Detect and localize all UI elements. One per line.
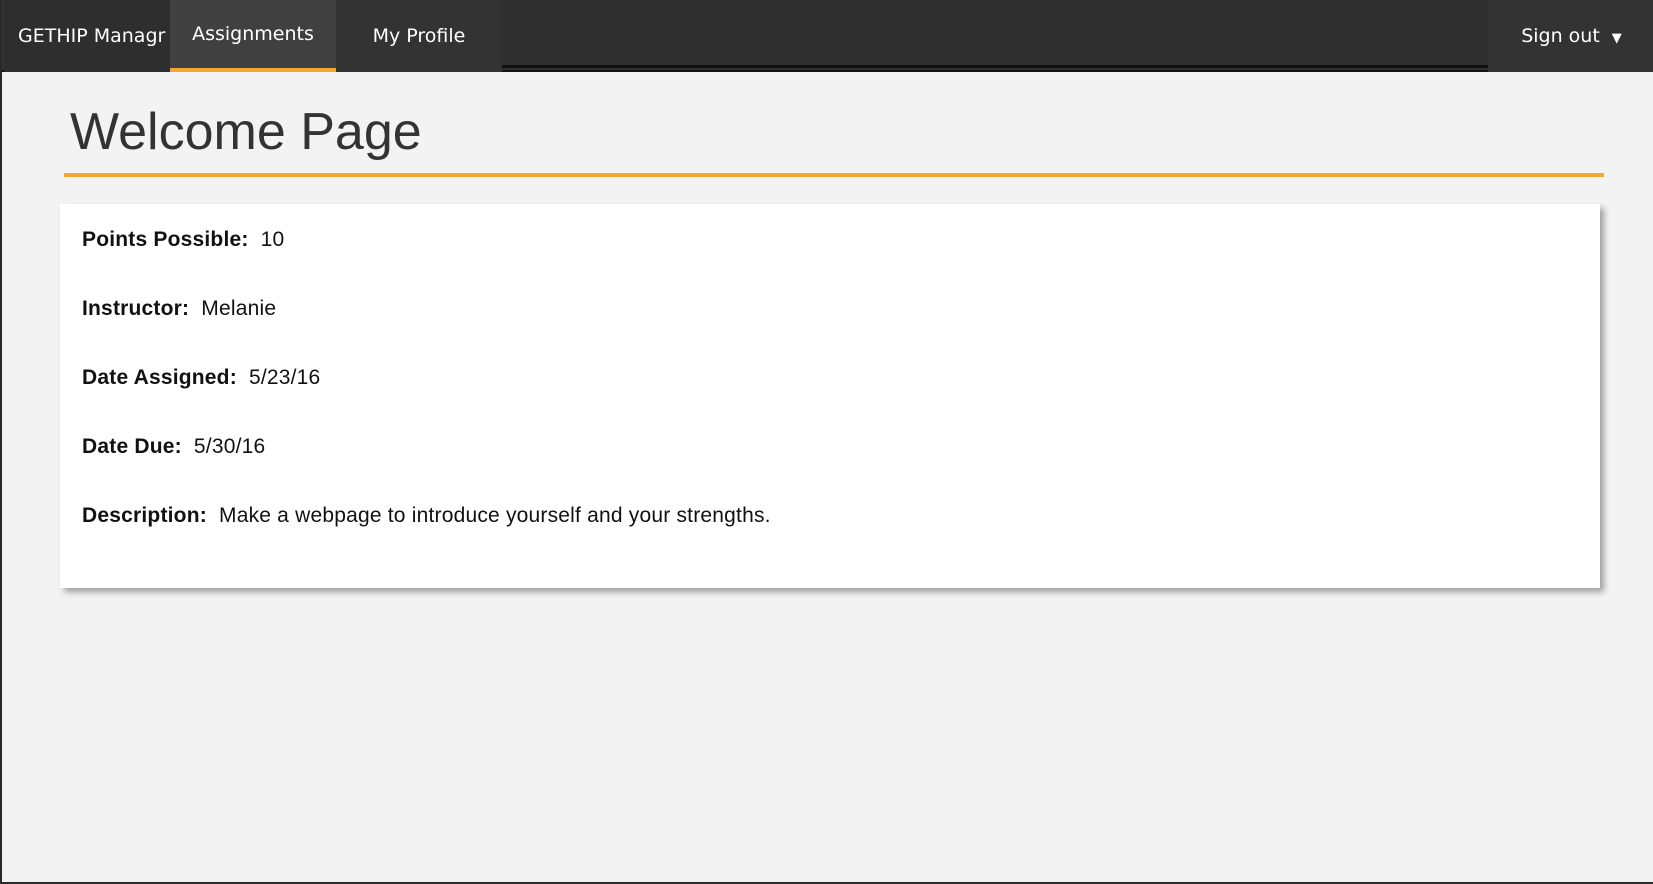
date-assigned-row: Date Assigned: 5/23/16 bbox=[82, 366, 1578, 390]
assignment-details-card: Points Possible: 10 Instructor: Melanie … bbox=[60, 204, 1600, 588]
tab-assignments[interactable]: Assignments bbox=[170, 0, 336, 72]
date-due-row: Date Due: 5/30/16 bbox=[82, 435, 1578, 459]
sign-out-label: Sign out bbox=[1521, 25, 1600, 47]
top-navbar: GETHIP Managr Assignments My Profile Sig… bbox=[2, 0, 1653, 72]
page-title: Welcome Page bbox=[70, 103, 422, 161]
description-label: Description: bbox=[82, 504, 213, 527]
brand-link[interactable]: GETHIP Managr bbox=[4, 0, 170, 72]
navbar-spacer bbox=[502, 0, 1488, 68]
points-possible-row: Points Possible: 10 bbox=[82, 228, 1578, 252]
date-assigned-value: 5/23/16 bbox=[248, 366, 321, 389]
app-window: GETHIP Managr Assignments My Profile Sig… bbox=[0, 0, 1653, 884]
tab-my-profile[interactable]: My Profile bbox=[336, 0, 502, 72]
instructor-value: Melanie bbox=[201, 297, 277, 320]
instructor-label: Instructor: bbox=[82, 297, 196, 320]
date-due-value: 5/30/16 bbox=[193, 435, 266, 458]
instructor-row: Instructor: Melanie bbox=[82, 297, 1578, 321]
points-possible-value: 10 bbox=[260, 228, 285, 251]
caret-down-icon: ▼ bbox=[1611, 30, 1622, 46]
sign-out-dropdown[interactable]: Sign out ▼ bbox=[1488, 0, 1653, 72]
title-divider bbox=[64, 173, 1604, 177]
date-due-label: Date Due: bbox=[82, 435, 188, 458]
description-value: Make a webpage to introduce yourself and… bbox=[219, 504, 771, 527]
points-possible-label: Points Possible: bbox=[82, 228, 255, 251]
date-assigned-label: Date Assigned: bbox=[82, 366, 243, 389]
description-row: Description: Make a webpage to introduce… bbox=[82, 504, 1578, 528]
